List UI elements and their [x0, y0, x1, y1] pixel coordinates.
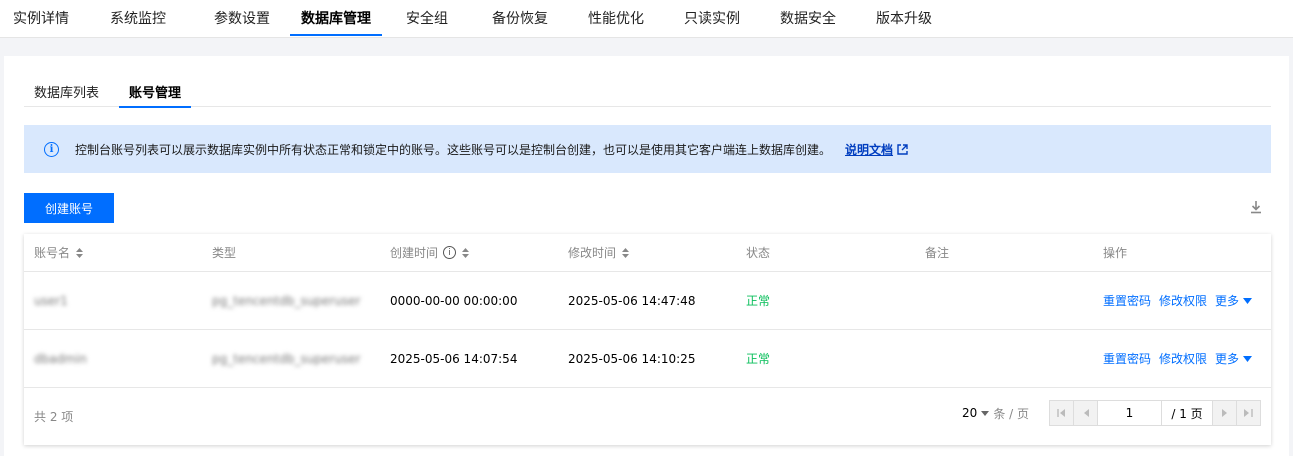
remark-cell	[915, 272, 1093, 329]
type-cell: pg_tencentdb_superuser	[212, 293, 361, 308]
type-cell: pg_tencentdb_superuser	[212, 351, 361, 366]
help-icon[interactable]: i	[443, 246, 457, 259]
total-count: 共 2 项	[34, 409, 74, 424]
created-time-cell: 0000-00-00 00:00:00	[390, 293, 518, 308]
tab-security-group[interactable]: 安全组	[382, 0, 472, 36]
created-time-cell: 2025-05-06 14:07:54	[390, 351, 518, 366]
tab-readonly-instance[interactable]: 只读实例	[664, 0, 760, 36]
first-page-icon[interactable]	[1050, 401, 1074, 425]
tab-performance[interactable]: 性能优化	[568, 0, 664, 36]
notice-text: 控制台账号列表可以展示数据库实例中所有状态正常和锁定中的账号。这些账号可以是控制…	[75, 142, 832, 157]
header-operations: 操作	[1103, 246, 1128, 260]
subtab-account-management[interactable]: 账号管理	[119, 76, 192, 108]
tab-backup-restore[interactable]: 备份恢复	[472, 0, 568, 36]
tab-version-upgrade[interactable]: 版本升级	[856, 0, 952, 36]
remark-cell	[915, 330, 1093, 387]
table-footer: 共 2 项 20 条 / 页 / 1 页	[24, 388, 1271, 444]
sort-icon[interactable]	[76, 247, 84, 258]
tab-system-monitor[interactable]: 系统监控	[82, 0, 194, 36]
next-page-icon[interactable]	[1212, 401, 1236, 425]
sort-icon[interactable]	[622, 247, 630, 258]
sort-icon[interactable]	[462, 247, 470, 258]
modified-time-cell: 2025-05-06 14:47:48	[568, 293, 696, 308]
tab-data-security[interactable]: 数据安全	[760, 0, 856, 36]
operations-cell: 重置密码 修改权限 更多	[1093, 330, 1271, 387]
reset-password-link[interactable]: 重置密码	[1103, 292, 1151, 309]
top-nav: 实例详情 系统监控 参数设置 数据库管理 安全组 备份恢复 性能优化 只读实例 …	[0, 0, 1293, 38]
create-account-button[interactable]: 创建账号	[24, 193, 114, 223]
last-page-icon[interactable]	[1236, 401, 1260, 425]
modify-permission-link[interactable]: 修改权限	[1159, 350, 1207, 367]
reset-password-link[interactable]: 重置密码	[1103, 350, 1151, 367]
info-icon: i	[44, 141, 59, 157]
total-pages: / 1 页	[1162, 401, 1212, 425]
page-size-select[interactable]: 20 条 / 页	[962, 405, 1029, 422]
external-link-icon[interactable]	[897, 143, 908, 155]
main-card: 数据库列表 账号管理 i 控制台账号列表可以展示数据库实例中所有状态正常和锁定中…	[4, 56, 1289, 456]
caret-down-icon	[981, 410, 990, 416]
more-dropdown[interactable]: 更多	[1215, 292, 1253, 309]
more-dropdown[interactable]: 更多	[1215, 350, 1253, 367]
accounts-table: 账号名 类型 创建时间 i 修改时间 状态 备注 操作 user1 pg_ten…	[24, 234, 1271, 445]
header-status: 状态	[746, 246, 771, 260]
subtab-database-list[interactable]: 数据库列表	[24, 76, 109, 107]
account-name-cell: dbadmin	[34, 351, 87, 366]
tab-instance-details[interactable]: 实例详情	[0, 0, 82, 36]
sub-tabs: 数据库列表 账号管理	[24, 76, 1271, 108]
modify-permission-link[interactable]: 修改权限	[1159, 292, 1207, 309]
page-number-input[interactable]	[1098, 401, 1162, 425]
table-row: user1 pg_tencentdb_superuser 0000-00-00 …	[24, 272, 1271, 330]
header-created-time[interactable]: 创建时间 i	[380, 234, 558, 271]
pagination: 20 条 / 页 / 1 页	[962, 400, 1261, 426]
operations-cell: 重置密码 修改权限 更多	[1093, 272, 1271, 329]
tab-parameter-settings[interactable]: 参数设置	[194, 0, 290, 36]
pager-controls: / 1 页	[1049, 400, 1261, 426]
download-icon[interactable]	[1250, 200, 1262, 217]
table-header: 账号名 类型 创建时间 i 修改时间 状态 备注 操作	[24, 234, 1271, 272]
doc-link[interactable]: 说明文档	[845, 141, 893, 158]
header-account-name[interactable]: 账号名	[24, 234, 202, 271]
header-type: 类型	[212, 246, 237, 260]
info-notice: i 控制台账号列表可以展示数据库实例中所有状态正常和锁定中的账号。这些账号可以是…	[24, 125, 1271, 173]
table-row: dbadmin pg_tencentdb_superuser 2025-05-0…	[24, 330, 1271, 388]
header-modified-time[interactable]: 修改时间	[558, 234, 736, 271]
account-name-cell: user1	[34, 293, 68, 308]
header-remark: 备注	[925, 246, 950, 260]
caret-down-icon	[1243, 297, 1253, 304]
status-cell: 正常	[746, 352, 771, 366]
modified-time-cell: 2025-05-06 14:10:25	[568, 351, 696, 366]
caret-down-icon	[1243, 355, 1253, 362]
status-cell: 正常	[746, 294, 771, 308]
prev-page-icon[interactable]	[1074, 401, 1098, 425]
tab-database-management[interactable]: 数据库管理	[290, 0, 382, 36]
